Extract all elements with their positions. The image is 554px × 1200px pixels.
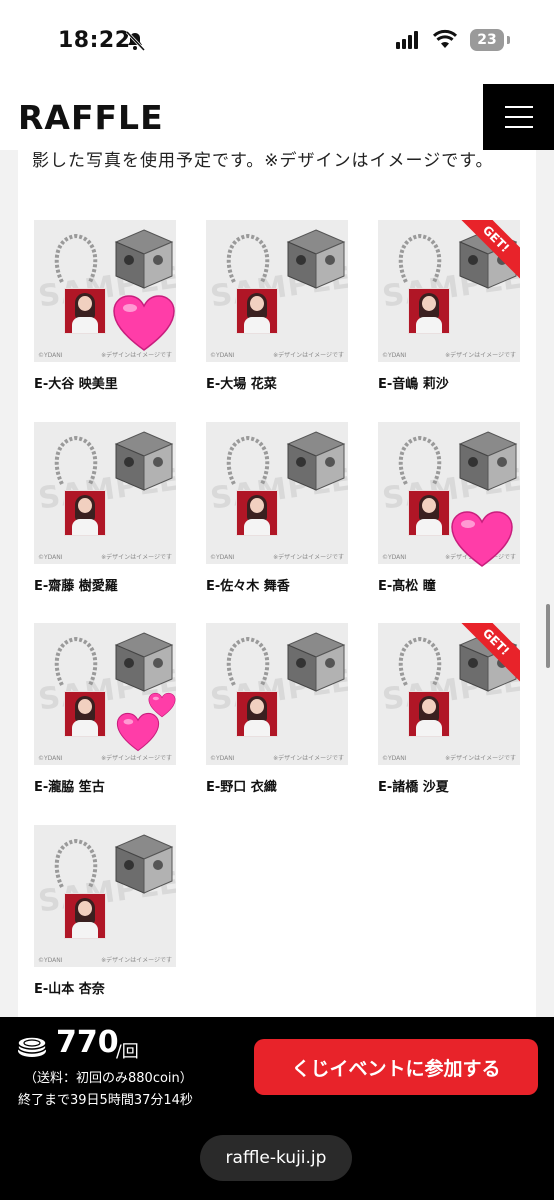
ball-chain-icon xyxy=(226,233,270,283)
bell-slash-icon xyxy=(125,30,146,52)
price-value: 770 xyxy=(56,1025,119,1060)
prize-label: E-齋藤 樹愛羅 xyxy=(34,579,118,594)
member-photo xyxy=(64,288,106,334)
status-time: 18:22 xyxy=(58,28,131,53)
cellular-signal-icon xyxy=(396,31,418,49)
prize-item[interactable]: SAMPLE ©YDANI ※デザインはイメージです E-齋藤 樹愛羅 xyxy=(34,422,176,594)
prize-thumbnail: SAMPLE©YDANI※デザインはイメージです xyxy=(206,422,348,564)
acrylic-cube-icon xyxy=(114,431,174,491)
member-photo xyxy=(236,490,278,536)
acrylic-cube-icon xyxy=(114,632,174,692)
member-photo xyxy=(408,288,450,334)
member-photo xyxy=(408,691,450,737)
prize-item[interactable]: SAMPLE ©YDANI ※デザインはイメージです GET! E-音嶋 莉沙 xyxy=(378,220,520,392)
ball-chain-icon xyxy=(226,636,270,686)
price-unit: /回 xyxy=(116,1042,139,1062)
copyright-text: ©YDANI xyxy=(382,352,407,359)
ball-chain-icon xyxy=(54,435,98,485)
member-photo xyxy=(236,288,278,334)
member-photo xyxy=(64,691,106,737)
ball-chain-icon xyxy=(54,233,98,283)
design-note: ※デザインはイメージです xyxy=(101,755,172,762)
scrollbar[interactable] xyxy=(546,604,550,668)
prize-thumbnail: SAMPLE©YDANI※デザインはイメージです xyxy=(206,623,348,765)
wifi-icon xyxy=(432,29,458,48)
logo-text: RAFFLE xyxy=(18,98,164,137)
copyright-text: ©YDANI xyxy=(382,755,407,762)
prize-label: E-瀧脇 笙古 xyxy=(34,780,105,795)
copyright-text: ©YDANI xyxy=(210,755,235,762)
shipping-note: （送料：初回のみ880coin） xyxy=(24,1071,193,1086)
prize-thumbnail: SAMPLE ©YDANI ※デザインはイメージです GET! xyxy=(378,220,520,362)
prize-item[interactable]: SAMPLE ©YDANI ※デザインはイメージです E-山本 杏奈 xyxy=(34,825,176,997)
copyright-text: ©YDANI xyxy=(38,352,63,359)
copyright-text: ©YDANI xyxy=(38,957,63,964)
copyright-text: ©YDANI xyxy=(210,352,235,359)
acrylic-cube-icon xyxy=(286,431,346,491)
design-note: ※デザインはイメージです xyxy=(273,554,344,561)
design-note: ※デザインはイメージです xyxy=(273,755,344,762)
prize-thumbnail: SAMPLE©YDANI※デザインはイメージです xyxy=(206,220,348,362)
prize-label: E-音嶋 莉沙 xyxy=(378,377,449,392)
heart-emoji-icon xyxy=(113,295,175,351)
member-photo xyxy=(64,490,106,536)
prize-list-card: 影した写真を使用予定です。※デザインはイメージです。 SAMPLE ©YDANI ※… xyxy=(18,150,536,1020)
prize-item[interactable]: SAMPLE©YDANI※デザインはイメージですE-髙松 瞳 xyxy=(378,422,520,594)
intro-text: 影した写真を使用予定です。※デザインはイメージです。 xyxy=(32,151,494,171)
prize-item[interactable]: SAMPLE ©YDANI ※デザインはイメージです E-大場 花菜 xyxy=(206,220,348,392)
acrylic-cube-icon xyxy=(286,229,346,289)
ball-chain-icon xyxy=(398,636,442,686)
prize-label: E-山本 杏奈 xyxy=(34,982,105,997)
prize-label: E-諸橋 沙夏 xyxy=(378,780,449,795)
prize-item[interactable]: SAMPLE ©YDANI ※デザインはイメージです E-佐々木 舞香 xyxy=(206,422,348,594)
ball-chain-icon xyxy=(54,636,98,686)
site-header: RAFFLE xyxy=(0,84,554,150)
prize-label: E-大場 花菜 xyxy=(206,377,277,392)
hamburger-menu-button[interactable] xyxy=(483,84,554,150)
browser-url-bar[interactable]: raffle-kuji.jp xyxy=(200,1135,352,1181)
heart-emoji-icon xyxy=(451,511,513,567)
copyright-text: ©YDANI xyxy=(210,554,235,561)
prize-label: E-髙松 瞳 xyxy=(378,579,436,594)
ball-chain-icon xyxy=(398,435,442,485)
heart-emoji-icon xyxy=(148,692,176,718)
prize-item[interactable]: SAMPLE ©YDANI ※デザインはイメージです E-野口 衣織 xyxy=(206,623,348,795)
prize-thumbnail: SAMPLE©YDANI※デザインはイメージです xyxy=(34,422,176,564)
heart-emoji-icon xyxy=(116,712,160,752)
battery-icon: 23 xyxy=(470,29,504,51)
raffle-logo[interactable]: RAFFLE xyxy=(18,98,164,137)
design-note: ※デザインはイメージです xyxy=(273,352,344,359)
design-note: ※デザインはイメージです xyxy=(445,755,516,762)
status-bar: 18:22 23 xyxy=(0,0,554,84)
prize-thumbnail: SAMPLE©YDANI※デザインはイメージです xyxy=(34,825,176,967)
design-note: ※デザインはイメージです xyxy=(101,554,172,561)
battery-tip xyxy=(507,36,510,44)
design-note: ※デザインはイメージです xyxy=(101,957,172,964)
member-photo xyxy=(236,691,278,737)
design-note: ※デザインはイメージです xyxy=(445,352,516,359)
ball-chain-icon xyxy=(54,838,98,888)
join-event-button[interactable]: くじイベントに参加する xyxy=(254,1039,538,1095)
member-photo xyxy=(408,490,450,536)
ball-chain-icon xyxy=(398,233,442,283)
prize-label: E-佐々木 舞香 xyxy=(206,579,290,594)
member-photo xyxy=(64,893,106,939)
acrylic-cube-icon xyxy=(114,229,174,289)
purchase-bar: 770 /回 （送料：初回のみ880coin） 終了まで39日5時間37分14秒… xyxy=(0,1017,554,1200)
copyright-text: ©YDANI xyxy=(38,554,63,561)
acrylic-cube-icon xyxy=(114,834,174,894)
prize-item[interactable]: SAMPLE ©YDANI ※デザインはイメージです GET! E-諸橋 沙夏 xyxy=(378,623,520,795)
copyright-text: ©YDANI xyxy=(382,554,407,561)
ball-chain-icon xyxy=(226,435,270,485)
copyright-text: ©YDANI xyxy=(38,755,63,762)
acrylic-cube-icon xyxy=(286,632,346,692)
acrylic-cube-icon xyxy=(458,431,518,491)
countdown-timer: 終了まで39日5時間37分14秒 xyxy=(18,1093,193,1108)
prize-thumbnail: SAMPLE ©YDANI ※デザインはイメージです GET! xyxy=(378,623,520,765)
prize-label: E-大谷 映美里 xyxy=(34,377,118,392)
coin-icon xyxy=(17,1036,47,1057)
prize-label: E-野口 衣織 xyxy=(206,780,277,795)
